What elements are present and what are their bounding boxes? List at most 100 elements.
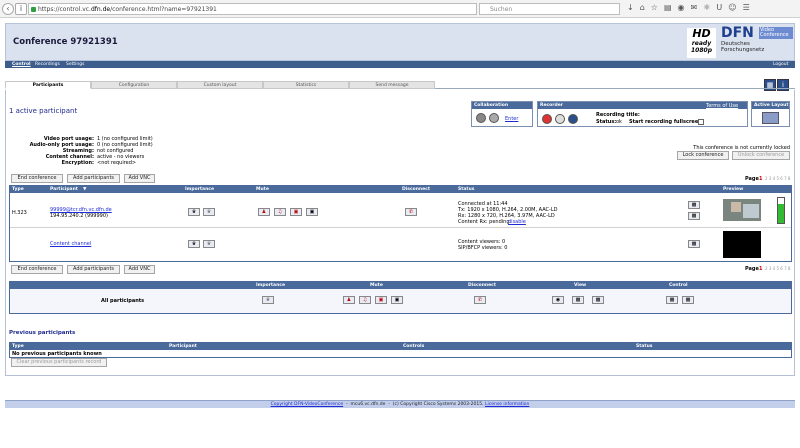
recorder-terms-link[interactable]: Terms of Use [706, 103, 738, 109]
view-screen-icon[interactable]: ▩ [592, 296, 604, 304]
tab-send-message[interactable]: Send message [349, 81, 435, 89]
sort-desc-icon[interactable]: ▼ [83, 186, 86, 193]
home-icon[interactable]: ⌂ [640, 3, 651, 12]
view-eye-icon[interactable]: ◉ [552, 296, 564, 304]
participants-table: Type Participant ▼ Importance Mute Disco… [9, 185, 792, 262]
recorder-panel: Recorder Terms of Use Recording title: S… [537, 101, 748, 127]
mail-icon[interactable]: ✉ [691, 3, 704, 12]
dfn-vc-badge: Video Conference [759, 27, 793, 39]
previous-participants-table: Type Participant Controls Status No prev… [9, 342, 792, 358]
all-mute-video-icon[interactable]: ▣ [375, 296, 387, 304]
preview-layout-icon[interactable]: ▩ [688, 212, 700, 220]
all-importance-icon[interactable]: ♕ [262, 296, 274, 304]
pagination-pages[interactable]: 2 3 4 5 6 7 8 [765, 176, 790, 182]
end-conference-button-bottom[interactable]: End conference [11, 265, 63, 274]
control-settings-icon[interactable]: ▩ [682, 296, 694, 304]
clear-previous-button[interactable]: Clear previous participants record [11, 358, 107, 367]
preview-settings-icon[interactable]: ▩ [688, 201, 700, 209]
record-title-icon[interactable] [568, 114, 578, 124]
record-icon[interactable] [542, 114, 552, 124]
prev-col-status: Status [636, 344, 653, 349]
all-col-mute: Mute [370, 283, 383, 288]
all-mute-user-icon[interactable]: ♟ [343, 296, 355, 304]
footer-license-link[interactable]: License information [485, 402, 529, 407]
importance-alt-icon[interactable]: ♕ [203, 208, 215, 216]
content-preview-icon[interactable]: ▩ [688, 240, 700, 248]
nav-recordings[interactable]: Recordings [35, 61, 60, 68]
library-icon[interactable]: ▤ [664, 3, 678, 12]
pagination-current-bottom[interactable]: 1 [759, 266, 762, 272]
all-disconnect-icon[interactable]: ✆ [474, 296, 486, 304]
audio-level-meter [777, 197, 785, 224]
footer-copyright-link[interactable]: Copyright DFN-VideoConference [271, 402, 344, 407]
all-mute-mic-icon[interactable]: ♫ [359, 296, 371, 304]
active-layout-panel: Active Layout [751, 101, 790, 127]
importance-icon[interactable]: ♛ [188, 208, 200, 216]
content-disable-link[interactable]: disable [508, 219, 526, 225]
col-type: Type [12, 187, 24, 192]
collaboration-play-icon[interactable] [476, 113, 486, 123]
add-participants-button[interactable]: Add participants [67, 174, 120, 183]
col-disconnect: Disconnect [402, 187, 430, 192]
collaboration-stop-icon[interactable] [489, 113, 499, 123]
disconnect-icon[interactable]: ✆ [405, 208, 417, 216]
menu-icon[interactable]: ☰ [743, 3, 756, 12]
lock-conference-button[interactable]: Lock conference [677, 151, 729, 160]
view-layout-icon[interactable]: ▩ [572, 296, 584, 304]
content-importance-alt-icon[interactable]: ♕ [203, 240, 215, 248]
info-icon[interactable]: i [15, 3, 27, 15]
address-bar[interactable]: https://control.vc.dfn.de/conference.htm… [28, 3, 477, 15]
addon-icon[interactable]: ⚛ [703, 3, 716, 12]
hd-logo-line3: 1080p [691, 47, 712, 54]
recorder-status-value: ok [616, 119, 622, 125]
col-participant[interactable]: Participant [50, 186, 78, 193]
fullscreen-checkbox[interactable] [698, 119, 704, 125]
shield-icon[interactable]: U [716, 3, 728, 12]
row-divider [10, 227, 791, 228]
unlock-conference-button[interactable]: Unlock conference [732, 151, 790, 160]
pagination-current[interactable]: 1 [759, 176, 762, 182]
nav-control[interactable]: Control [12, 61, 31, 68]
stop-record-icon[interactable] [555, 114, 565, 124]
previous-empty-text: No previous participants known [12, 351, 102, 357]
active-layout-title: Active Layout [752, 102, 789, 109]
pocket-icon[interactable]: ◉ [678, 3, 691, 12]
content-preview-thumbnail [723, 231, 761, 258]
status-line-3: Content Rx: pending [458, 219, 510, 225]
page-footer: Copyright DFN-VideoConference - mcu6.vc.… [5, 400, 795, 408]
all-mute-screen-icon[interactable]: ▣ [391, 296, 403, 304]
download-icon[interactable]: ↓ [627, 3, 640, 12]
footer-line: Copyright DFN-VideoConference - mcu6.vc.… [270, 402, 530, 407]
layout-preview-icon[interactable] [762, 112, 779, 124]
pagination-pages-bottom[interactable]: 2 3 4 5 6 7 8 [765, 266, 790, 272]
tab-statistics[interactable]: Statistics [263, 81, 349, 89]
bookmark-icon[interactable]: ☆ [651, 3, 664, 12]
account-icon[interactable]: ☺ [728, 3, 742, 12]
dfn-logo: DFN Video Conference Deutsches Forschung… [721, 26, 793, 59]
add-vnc-button[interactable]: Add VNC [124, 174, 155, 183]
hd-logo-line1: HD [692, 27, 711, 40]
nav-logout[interactable]: Logout [773, 61, 788, 68]
tab-participants[interactable]: Participants [5, 81, 91, 89]
browser-search-input[interactable]: Suchen [479, 3, 620, 15]
nav-settings[interactable]: Settings [66, 61, 84, 68]
all-col-disconnect: Disconnect [468, 283, 496, 288]
collaboration-enter-link[interactable]: Enter [505, 116, 518, 122]
hd-ready-logo: HD ready 1080p [687, 28, 716, 58]
add-vnc-button-bottom[interactable]: Add VNC [124, 265, 155, 274]
mute-video-icon[interactable]: ▣ [290, 208, 302, 216]
back-icon[interactable]: ‹ [2, 3, 14, 15]
tab-configuration[interactable]: Configuration [91, 81, 177, 89]
mute-mic-icon[interactable]: ♫ [274, 208, 286, 216]
all-col-view: View [574, 283, 587, 288]
end-conference-button[interactable]: End conference [11, 174, 63, 183]
control-camera-icon[interactable]: ▩ [666, 296, 678, 304]
content-importance-icon[interactable]: ♛ [188, 240, 200, 248]
content-channel-link[interactable]: Content channel [50, 241, 91, 247]
active-participants-heading: 1 active participant [9, 107, 78, 115]
add-participants-button-bottom[interactable]: Add participants [67, 265, 120, 274]
all-participants-header: Importance Mute Disconnect View Control [10, 282, 791, 289]
tab-custom-layout[interactable]: Custom layout [177, 81, 263, 89]
mute-screen-icon[interactable]: ▣ [306, 208, 318, 216]
mute-user-icon[interactable]: ♟ [258, 208, 270, 216]
